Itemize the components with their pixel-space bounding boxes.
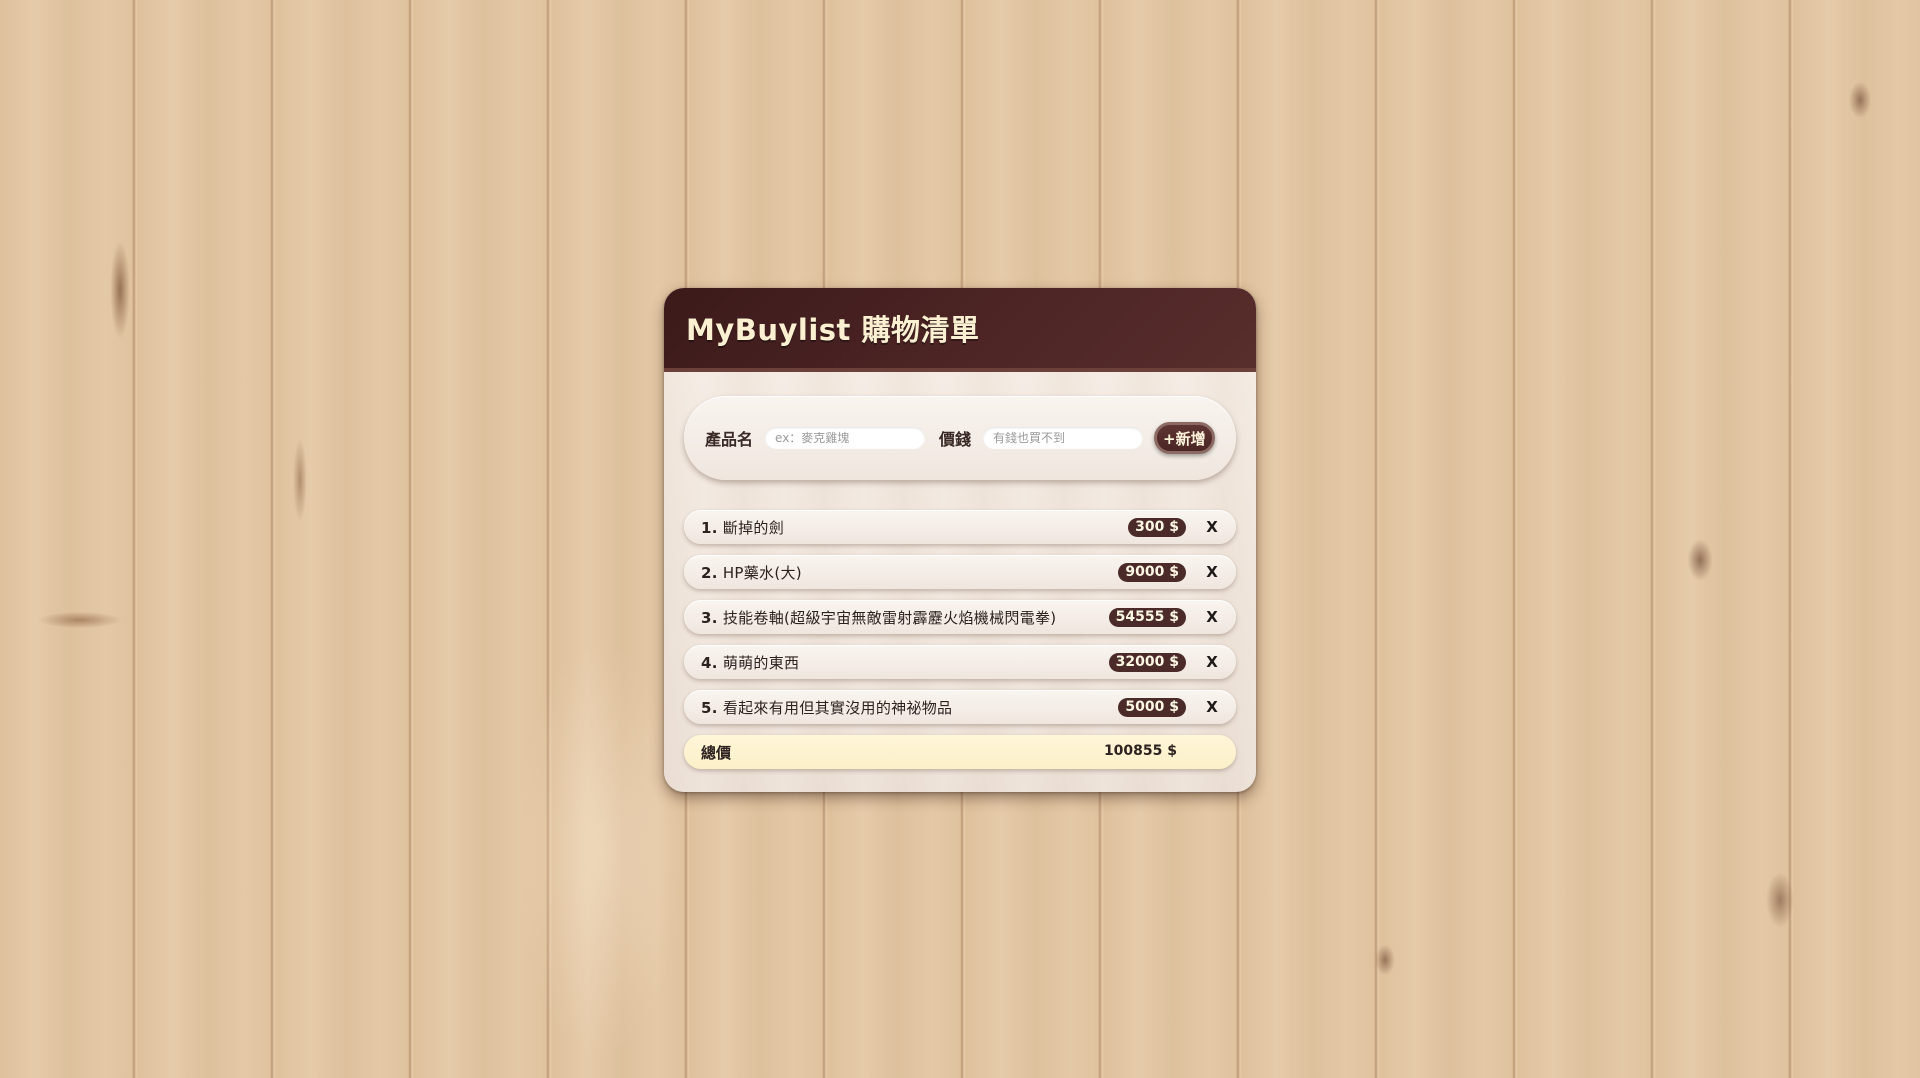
delete-item-button[interactable]: X <box>1202 651 1222 673</box>
list-item: 2. HP藥水(大) 9000 $ X <box>684 555 1236 589</box>
product-name-input[interactable] <box>765 427 926 449</box>
total-value: 100855 $ <box>1103 743 1177 759</box>
list-item: 4. 萌萌的東西 32000 $ X <box>684 645 1236 679</box>
card-header: MyBuylist 購物清單 <box>664 288 1256 372</box>
price-badge: 300 $ <box>1128 518 1186 537</box>
item-name: 技能卷軸(超級宇宙無敵雷射霹靂火焰機械閃電拳) <box>722 608 1057 627</box>
item-name: 斷掉的劍 <box>722 518 785 537</box>
delete-item-button[interactable]: X <box>1202 696 1222 718</box>
item-name: 看起來有用但其實沒用的神祕物品 <box>722 698 953 717</box>
price-input[interactable] <box>983 427 1144 449</box>
wood-background: { "app": { "title": "MyBuylist 購物清單" }, … <box>0 0 1920 1078</box>
item-index: 1. <box>701 518 718 537</box>
shopping-list-card: MyBuylist 購物清單 產品名 價錢 +新增 1. 斷掉的劍 300 $ … <box>664 288 1256 792</box>
item-label: 4. 萌萌的東西 <box>701 652 799 673</box>
total-row: 總價 100855 $ <box>684 735 1236 769</box>
product-name-label: 產品名 <box>705 430 754 449</box>
item-index: 3. <box>701 608 718 627</box>
price-label: 價錢 <box>939 430 972 449</box>
item-index: 2. <box>701 563 718 582</box>
delete-item-button[interactable]: X <box>1202 561 1222 583</box>
price-badge: 5000 $ <box>1118 698 1186 717</box>
item-label: 2. HP藥水(大) <box>701 562 802 583</box>
total-label: 總價 <box>701 743 732 762</box>
app-title: MyBuylist 購物清單 <box>686 313 980 347</box>
add-item-button[interactable]: +新增 <box>1154 422 1215 454</box>
list-item: 3. 技能卷軸(超級宇宙無敵雷射霹靂火焰機械閃電拳) 54555 $ X <box>684 600 1236 634</box>
item-label: 3. 技能卷軸(超級宇宙無敵雷射霹靂火焰機械閃電拳) <box>701 607 1056 628</box>
add-item-form: 產品名 價錢 +新增 <box>684 396 1236 480</box>
item-index: 4. <box>701 653 718 672</box>
list-item: 1. 斷掉的劍 300 $ X <box>684 510 1236 544</box>
delete-item-button[interactable]: X <box>1202 516 1222 538</box>
item-list: 1. 斷掉的劍 300 $ X 2. HP藥水(大) 9000 $ X 3. 技… <box>684 510 1236 769</box>
item-label: 1. 斷掉的劍 <box>701 517 784 538</box>
item-name: HP藥水(大) <box>722 563 802 582</box>
item-index: 5. <box>701 698 718 717</box>
item-label: 5. 看起來有用但其實沒用的神祕物品 <box>701 697 952 718</box>
price-badge: 9000 $ <box>1118 563 1186 582</box>
list-item: 5. 看起來有用但其實沒用的神祕物品 5000 $ X <box>684 690 1236 724</box>
delete-item-button[interactable]: X <box>1202 606 1222 628</box>
price-badge: 32000 $ <box>1108 653 1186 672</box>
price-badge: 54555 $ <box>1108 608 1186 627</box>
item-name: 萌萌的東西 <box>722 653 800 672</box>
